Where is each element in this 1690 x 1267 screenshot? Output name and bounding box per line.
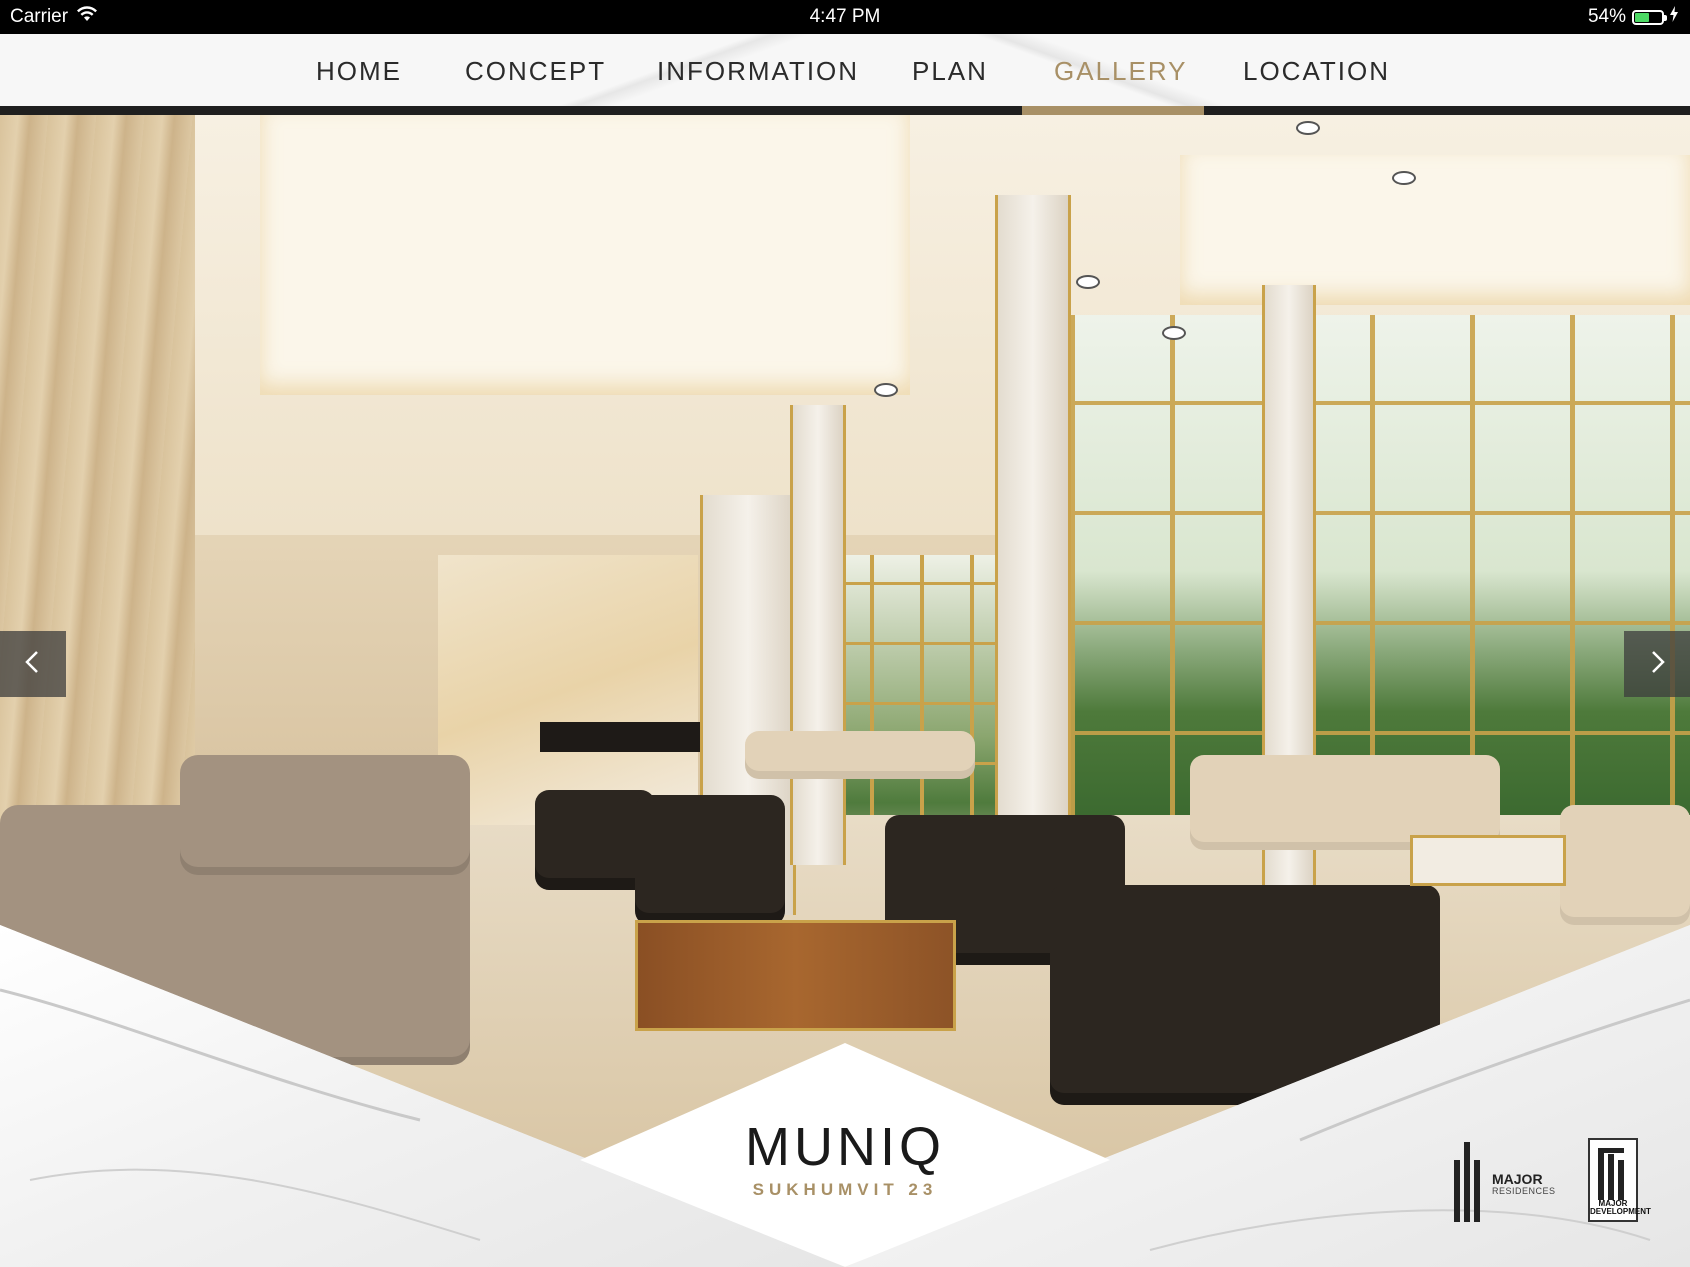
photo-reception-desk [540,722,700,752]
photo-coffee-table [635,920,956,1031]
photo-pillar [995,195,1071,835]
app-screen: Carrier 4:47 PM 54% HOME CONCEPT INFORMA… [0,0,1690,1267]
nav-item-plan[interactable]: PLAN [912,56,988,87]
battery-percent: 54% [1587,6,1626,27]
photo-sofa [1560,805,1690,925]
photo-sofa [745,731,975,779]
major-residences-tagline: RESIDENCES [1492,1186,1556,1197]
gallery-next-button[interactable] [1624,631,1690,697]
major-development-name: MAJOR DEVELOPMENT [1590,1199,1651,1216]
charging-bolt-icon [1670,6,1678,28]
photo-ceiling-light [1162,326,1186,340]
photo-armchair [635,795,785,925]
major-residences-name: MAJOR [1492,1171,1543,1188]
top-navigation: HOME CONCEPT INFORMATION PLAN GALLERY LO… [0,34,1690,106]
nav-underline-bar [0,106,1690,115]
clock: 4:47 PM [809,6,881,27]
photo-sofa [180,755,470,875]
photo-ceiling-light [1076,275,1100,289]
project-subtitle: SUKHUMVIT 23 [752,1180,938,1199]
major-development-logo: MAJOR DEVELOPMENT [1588,1138,1651,1222]
nav-item-concept[interactable]: CONCEPT [465,56,606,87]
photo-ceiling-light [1296,121,1320,135]
major-residences-logo: MAJOR RESIDENCES [1450,1142,1556,1227]
photo-ceiling-panel [260,115,910,395]
gallery-prev-button[interactable] [0,631,66,697]
photo-pillar [790,405,846,865]
nav-item-location[interactable]: LOCATION [1243,56,1390,87]
nav-active-indicator [1022,106,1204,115]
photo-reception-wall [438,555,698,825]
lobby-interior-photo [0,115,1690,1267]
nav-item-home[interactable]: HOME [316,56,402,87]
photo-armchair [1050,885,1440,1105]
photo-ceiling-panel [1180,155,1690,305]
photo-ceiling-light [874,383,898,397]
photo-coffee-table [1410,835,1566,886]
chevron-left-icon [18,647,48,682]
project-name: MUNIQ [745,1117,945,1177]
photo-ceiling-light [1392,171,1416,185]
major-residences-emblem-icon [1450,1142,1484,1227]
battery-icon [1632,9,1667,25]
nav-item-gallery[interactable]: GALLERY [1054,56,1187,87]
battery-level [1635,12,1649,22]
chevron-right-icon [1642,647,1672,682]
status-bar: Carrier 4:47 PM 54% [0,0,1690,34]
nav-item-information[interactable]: INFORMATION [657,56,859,87]
muniq-logo: MUNIQ SUKHUMVIT 23 [640,1120,1050,1200]
